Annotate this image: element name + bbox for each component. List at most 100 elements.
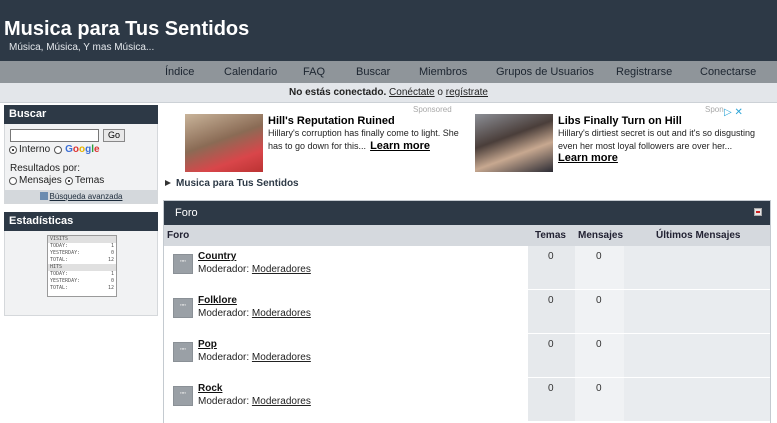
sponsored-ads: Sponsored Spon Hill's Reputation Ruined …	[161, 105, 773, 177]
moderator-label: Moderador:	[198, 308, 250, 319]
stats-panel: VISITS TODAY: 1 YESTERDAY: 0 TOTAL: 12 HITS…	[4, 231, 158, 316]
register-link[interactable]: regístrate	[446, 87, 488, 98]
forum-moderator-line: Moderador: Moderadores	[198, 308, 311, 319]
forum-status-icon: ""	[173, 342, 193, 362]
forum-messages-count: 0	[596, 251, 602, 262]
ad2-learn-more[interactable]: Learn more	[558, 152, 618, 164]
radio-messages-label: Mensajes	[19, 175, 62, 186]
forum-row: "" Folklore Moderador: Moderadores 0 0	[164, 290, 770, 333]
ad2-title[interactable]: Libs Finally Turn on Hill	[558, 115, 682, 127]
nav-indice[interactable]: Índice	[165, 66, 194, 78]
forum-table: Foro Foro Temas Mensajes Últimos Mensaje…	[163, 200, 771, 423]
moderator-link[interactable]: Moderadores	[252, 396, 311, 407]
forum-topics-count: 0	[548, 295, 554, 306]
hits-header: HITS	[48, 264, 116, 271]
nav-registrarse[interactable]: Registrarse	[616, 66, 672, 78]
forum-messages-count: 0	[596, 339, 602, 350]
radio-internal-label: Interno	[19, 144, 51, 155]
site-title[interactable]: Musica para Tus Sentidos	[4, 18, 249, 41]
breadcrumb-arrow-icon	[165, 180, 171, 186]
hits-yesterday-value: 0	[110, 278, 114, 284]
connect-link[interactable]: Conéctate	[389, 87, 435, 98]
moderator-label: Moderador:	[198, 352, 250, 363]
moderator-label: Moderador:	[198, 396, 250, 407]
magnifier-icon	[39, 192, 48, 200]
forum-row: "" Country Moderador: Moderadores 0 0	[164, 246, 770, 289]
ad1-desc-2: has to go down for this...	[268, 141, 367, 151]
sponsored-label: Sponsored	[413, 105, 452, 114]
col-forum: Foro	[167, 230, 190, 241]
hits-total-label: TOTAL:	[50, 285, 69, 291]
nav-miembros[interactable]: Miembros	[419, 66, 467, 78]
visits-today-label: TODAY:	[50, 243, 69, 249]
ad1-desc-1: Hillary's corruption has finally come to…	[268, 128, 459, 138]
col-messages: Mensajes	[578, 230, 624, 241]
advanced-search-link[interactable]: Búsqueda avanzada	[50, 192, 123, 201]
main-nav: Índice Calendario FAQ Buscar Miembros Gr…	[0, 61, 777, 83]
radio-google[interactable]	[54, 145, 63, 154]
forum-moderator-line: Moderador: Moderadores	[198, 396, 311, 407]
forum-topics-count: 0	[548, 251, 554, 262]
login-status-bar: No estás conectado. Conéctate o regístra…	[0, 83, 777, 103]
forum-column-headers: Foro Temas Mensajes Últimos Mensajes	[164, 225, 770, 246]
forum-moderator-line: Moderador: Moderadores	[198, 264, 311, 275]
hits-total-value: 12	[107, 285, 114, 291]
search-panel-title: Buscar	[4, 105, 158, 124]
forum-name-link[interactable]: Pop	[198, 339, 217, 350]
forum-section-header: Foro	[164, 201, 770, 225]
breadcrumb: Musica para Tus Sentidos	[165, 178, 299, 189]
nav-buscar[interactable]: Buscar	[356, 66, 390, 78]
nav-grupos[interactable]: Grupos de Usuarios	[496, 66, 594, 78]
forum-name-link[interactable]: Rock	[198, 383, 222, 394]
ad1-photo[interactable]	[185, 114, 263, 172]
ad1-title[interactable]: Hill's Reputation Ruined	[268, 115, 395, 127]
forum-messages-count: 0	[596, 383, 602, 394]
sponsored-label-2: Spon	[705, 105, 724, 114]
visits-total-value: 12	[107, 257, 114, 263]
radio-topics[interactable]	[64, 176, 73, 185]
forum-topics-count: 0	[548, 339, 554, 350]
hits-yesterday-label: YESTERDAY:	[50, 278, 81, 284]
or-text: o	[437, 87, 443, 98]
ad2-photo[interactable]	[475, 114, 553, 172]
forum-row: "" Pop Moderador: Moderadores 0 0	[164, 334, 770, 377]
moderator-label: Moderador:	[198, 264, 250, 275]
forum-status-icon: ""	[173, 386, 193, 406]
col-topics: Temas	[535, 230, 566, 241]
site-header: Musica para Tus Sentidos Música, Música,…	[0, 0, 777, 61]
nav-calendario[interactable]: Calendario	[224, 66, 277, 78]
search-input[interactable]	[10, 129, 99, 142]
visits-total-label: TOTAL:	[50, 257, 69, 263]
forum-section-title: Foro	[175, 207, 198, 219]
collapse-icon[interactable]	[754, 208, 762, 216]
ad1-learn-more[interactable]: Learn more	[370, 140, 430, 152]
results-label: Resultados por:	[10, 163, 81, 174]
site-subtitle: Música, Música, Y mas Música...	[9, 42, 155, 53]
col-last-messages: Últimos Mensajes	[656, 230, 741, 241]
visit-counter-widget[interactable]: VISITS TODAY: 1 YESTERDAY: 0 TOTAL: 12 HITS…	[47, 235, 117, 297]
ad2-desc-1: Hillary's dirtiest secret is out and it'…	[558, 128, 756, 138]
left-sidebar: Buscar Go Interno Google Resultados por:…	[4, 105, 158, 316]
ad1-desc-line2: has to go down for this... Learn more	[268, 140, 430, 153]
radio-messages[interactable]	[9, 176, 17, 185]
hits-today-label: TODAY:	[50, 271, 69, 277]
moderator-link[interactable]: Moderadores	[252, 308, 311, 319]
radio-internal[interactable]	[9, 145, 17, 154]
visits-header: VISITS	[48, 236, 116, 243]
forum-name-link[interactable]: Country	[198, 251, 236, 262]
hits-today-value: 1	[110, 271, 114, 277]
forum-moderator-line: Moderador: Moderadores	[198, 352, 311, 363]
not-connected-text: No estás conectado.	[288, 87, 387, 98]
moderator-link[interactable]: Moderadores	[252, 352, 311, 363]
nav-faq[interactable]: FAQ	[303, 66, 325, 78]
forum-messages-count: 0	[596, 295, 602, 306]
forum-row: "" Rock Moderador: Moderadores 0 0	[164, 378, 770, 421]
forum-topics-count: 0	[548, 383, 554, 394]
forum-name-link[interactable]: Folklore	[198, 295, 237, 306]
search-panel: Go Interno Google Resultados por: Mensaj…	[4, 124, 158, 204]
moderator-link[interactable]: Moderadores	[252, 264, 311, 275]
nav-conectarse[interactable]: Conectarse	[700, 66, 756, 78]
go-button[interactable]: Go	[103, 129, 126, 142]
breadcrumb-link[interactable]: Musica para Tus Sentidos	[176, 178, 299, 189]
adchoices-icon[interactable]: ▷ ✕	[724, 107, 743, 118]
